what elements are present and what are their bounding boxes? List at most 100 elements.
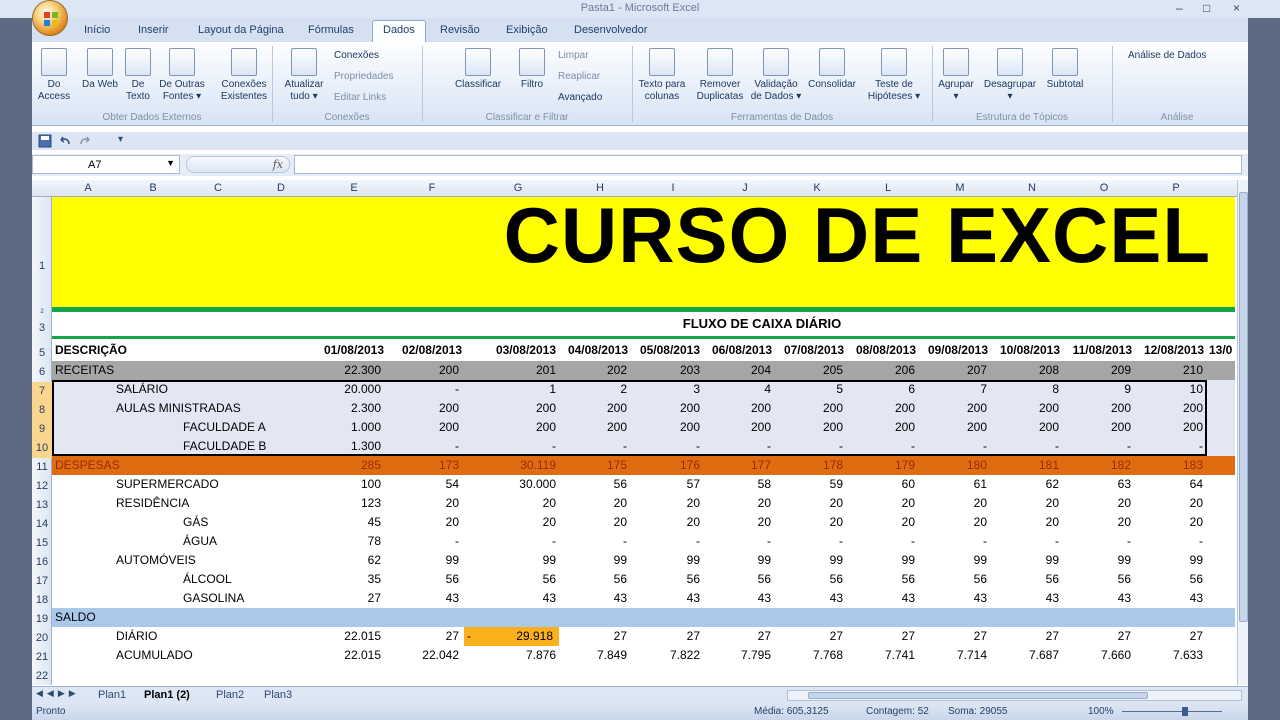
table-cell[interactable]: 205 bbox=[773, 363, 843, 377]
table-cell[interactable]: 99 bbox=[1133, 553, 1203, 567]
table-cell[interactable]: 7.795 bbox=[701, 648, 771, 662]
table-cell[interactable]: 43 bbox=[630, 591, 700, 605]
ribbon-button-do-access[interactable]: Do Access bbox=[36, 48, 72, 103]
column-header-c[interactable]: C bbox=[212, 182, 224, 194]
table-cell[interactable]: - bbox=[1133, 439, 1203, 453]
table-cell[interactable]: 20 bbox=[1133, 496, 1203, 510]
table-cell[interactable]: 200 bbox=[389, 401, 459, 415]
table-cell[interactable]: - bbox=[773, 439, 843, 453]
table-cell[interactable]: 56 bbox=[389, 572, 459, 586]
table-cell[interactable]: 202 bbox=[557, 363, 627, 377]
table-cell[interactable]: 30.119 bbox=[486, 458, 556, 472]
table-cell[interactable]: - bbox=[389, 382, 459, 396]
vertical-scroll-thumb[interactable] bbox=[1239, 192, 1248, 622]
table-cell[interactable]: 99 bbox=[557, 553, 627, 567]
row-label[interactable]: AUTOMÓVEIS bbox=[116, 553, 196, 567]
table-cell[interactable]: 20 bbox=[917, 515, 987, 529]
table-cell[interactable]: 200 bbox=[389, 363, 459, 377]
table-cell[interactable]: 200 bbox=[917, 401, 987, 415]
formula-input[interactable] bbox=[294, 155, 1242, 174]
table-cell[interactable]: 200 bbox=[1061, 420, 1131, 434]
table-cell[interactable]: 43 bbox=[845, 591, 915, 605]
row-label[interactable]: ACUMULADO bbox=[116, 648, 193, 662]
ribbon-button-texto-para-colunas[interactable]: Texto para colunas bbox=[634, 48, 690, 103]
table-cell[interactable]: 27 bbox=[917, 629, 987, 643]
table-cell[interactable]: 35 bbox=[311, 572, 381, 586]
sheet-tab-plan1[interactable]: Plan1 bbox=[98, 689, 126, 701]
table-cell[interactable]: 20 bbox=[845, 515, 915, 529]
ribbon-button-conex-es-existentes[interactable]: Conexões Existentes bbox=[214, 48, 274, 103]
row-header-5[interactable]: 5 bbox=[32, 344, 52, 363]
table-cell[interactable]: 200 bbox=[389, 420, 459, 434]
ribbon-small-reaplicar[interactable]: Reaplicar bbox=[558, 71, 600, 82]
tab-dados[interactable]: Dados bbox=[372, 20, 426, 42]
table-cell[interactable]: 181 bbox=[989, 458, 1059, 472]
table-cell[interactable]: 210 bbox=[1133, 363, 1203, 377]
table-cell[interactable]: 182 bbox=[1061, 458, 1131, 472]
table-cell[interactable]: 179 bbox=[845, 458, 915, 472]
close-button[interactable]: × bbox=[1233, 1, 1240, 15]
table-cell[interactable]: - bbox=[989, 534, 1059, 548]
table-cell[interactable]: 4 bbox=[701, 382, 771, 396]
table-cell[interactable]: 200 bbox=[917, 420, 987, 434]
column-header-f[interactable]: F bbox=[426, 182, 438, 194]
date-header-cell[interactable]: 05/08/2013 bbox=[620, 343, 700, 357]
table-cell[interactable]: 22.300 bbox=[311, 363, 381, 377]
table-cell[interactable]: 20 bbox=[773, 515, 843, 529]
row-label[interactable]: DIÁRIO bbox=[116, 629, 157, 643]
table-cell[interactable]: 58 bbox=[701, 477, 771, 491]
table-cell[interactable]: 1.300 bbox=[311, 439, 381, 453]
column-header-d[interactable]: D bbox=[275, 182, 287, 194]
row-header-10[interactable]: 10 bbox=[32, 439, 52, 458]
date-header-cell[interactable]: 11/08/2013 bbox=[1052, 343, 1132, 357]
date-header-cell[interactable]: 07/08/2013 bbox=[764, 343, 844, 357]
table-cell[interactable]: 20 bbox=[630, 496, 700, 510]
table-cell[interactable]: 200 bbox=[486, 420, 556, 434]
row-header-6[interactable]: 6 bbox=[32, 363, 52, 382]
row-header-7[interactable]: 7 bbox=[32, 382, 52, 401]
row-header-3[interactable]: 3 bbox=[32, 319, 52, 338]
table-cell[interactable]: 208 bbox=[989, 363, 1059, 377]
table-cell[interactable]: 9 bbox=[1061, 382, 1131, 396]
table-cell[interactable]: 56 bbox=[773, 572, 843, 586]
tab-frmulas[interactable]: Fórmulas bbox=[308, 24, 354, 36]
table-cell[interactable]: 183 bbox=[1133, 458, 1203, 472]
table-cell[interactable]: 7.741 bbox=[845, 648, 915, 662]
table-cell[interactable]: - bbox=[1061, 439, 1131, 453]
table-cell[interactable]: 43 bbox=[1061, 591, 1131, 605]
table-cell[interactable]: 27 bbox=[630, 629, 700, 643]
date-header-cell[interactable]: 01/08/2013 bbox=[304, 343, 384, 357]
table-cell[interactable]: 203 bbox=[630, 363, 700, 377]
table-cell[interactable]: - bbox=[701, 439, 771, 453]
table-cell[interactable]: 60 bbox=[845, 477, 915, 491]
table-cell[interactable]: 8 bbox=[989, 382, 1059, 396]
table-cell[interactable]: 175 bbox=[557, 458, 627, 472]
table-cell[interactable]: 22.015 bbox=[311, 648, 381, 662]
table-cell[interactable]: 20 bbox=[389, 515, 459, 529]
ribbon-button-agrupar[interactable]: Agrupar ▾ bbox=[936, 48, 976, 103]
insert-function-button[interactable]: fx bbox=[186, 156, 290, 173]
table-cell[interactable]: 20 bbox=[557, 496, 627, 510]
table-cell[interactable]: 56 bbox=[917, 572, 987, 586]
tab-inserir[interactable]: Inserir bbox=[138, 24, 169, 36]
ribbon-button-classificar[interactable]: Classificar bbox=[452, 48, 504, 91]
table-cell[interactable]: 63 bbox=[1061, 477, 1131, 491]
table-cell[interactable]: 285 bbox=[311, 458, 381, 472]
row-label[interactable]: SUPERMERCADO bbox=[116, 477, 219, 491]
zoom-slider-handle[interactable] bbox=[1182, 707, 1188, 716]
table-cell[interactable]: 43 bbox=[989, 591, 1059, 605]
table-cell[interactable]: 27 bbox=[845, 629, 915, 643]
date-header-cell[interactable]: 13/0 bbox=[1209, 343, 1235, 357]
table-cell[interactable]: 7 bbox=[917, 382, 987, 396]
table-cell[interactable]: 22.015 bbox=[311, 629, 381, 643]
ribbon-button-teste-de-hip-teses[interactable]: Teste de Hipóteses ▾ bbox=[864, 48, 924, 103]
table-cell[interactable]: - bbox=[701, 534, 771, 548]
date-header-cell[interactable]: 10/08/2013 bbox=[980, 343, 1060, 357]
row-label[interactable]: FACULDADE A bbox=[183, 420, 266, 434]
row-label[interactable]: DESPESAS bbox=[55, 458, 120, 472]
table-cell[interactable]: 20 bbox=[486, 496, 556, 510]
table-cell[interactable]: 7.660 bbox=[1061, 648, 1131, 662]
table-cell[interactable]: - bbox=[389, 534, 459, 548]
table-cell[interactable]: 20.000 bbox=[311, 382, 381, 396]
table-cell[interactable]: 2 bbox=[557, 382, 627, 396]
